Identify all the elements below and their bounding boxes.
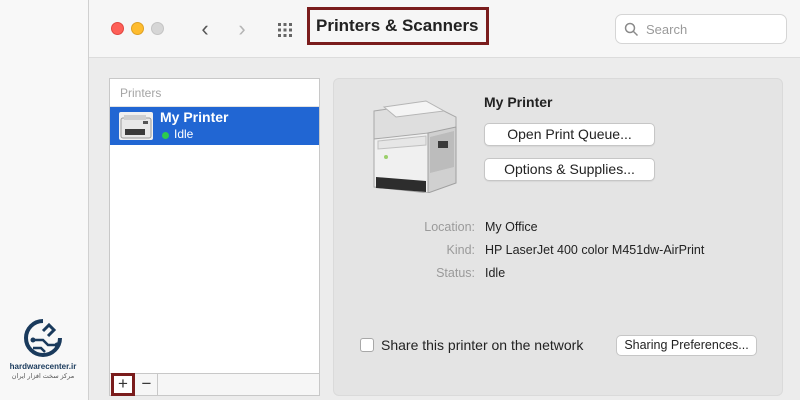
printer-list-item-status: Idle xyxy=(174,127,194,141)
printers-list-footer: + − xyxy=(109,373,320,396)
circuit-logo-icon xyxy=(24,319,62,357)
remove-printer-button[interactable]: − xyxy=(136,374,158,395)
printer-detail-panel: My Printer Open Print Queue... Options &… xyxy=(333,78,783,396)
kind-value: HP LaserJet 400 color M451dw-AirPrint xyxy=(485,243,705,257)
sharing-preferences-button[interactable]: Sharing Preferences... xyxy=(616,335,757,356)
search-icon xyxy=(624,22,639,37)
location-label: Location: xyxy=(424,220,475,234)
window-titlebar: ‹ › Printers & Scanners xyxy=(89,0,800,58)
minimize-window-button[interactable] xyxy=(131,22,144,35)
location-value: My Office xyxy=(485,220,538,234)
printer-list-item-my-printer[interactable]: My Printer Idle xyxy=(110,107,319,145)
status-label: Status: xyxy=(436,266,475,280)
hardwarecenter-logo: hardwarecenter.ir مرکز سخت افزار ایران xyxy=(8,318,78,400)
watermark-site: hardwarecenter.ir xyxy=(9,362,77,371)
watermark-tagline: مرکز سخت افزار ایران xyxy=(11,373,75,380)
forward-button[interactable]: › xyxy=(230,15,254,43)
close-window-button[interactable] xyxy=(111,22,124,35)
printer-name-heading: My Printer xyxy=(484,94,553,110)
printer-image-icon xyxy=(373,100,457,193)
search-input[interactable] xyxy=(646,19,780,39)
printers-scanners-window: ‹ › Printers & Scanners Printers xyxy=(88,0,800,400)
open-print-queue-button[interactable]: Open Print Queue... xyxy=(484,123,655,146)
zoom-window-button[interactable] xyxy=(151,22,164,35)
back-button[interactable]: ‹ xyxy=(193,15,217,43)
share-printer-checkbox[interactable] xyxy=(360,338,374,352)
printers-list-header: Printers xyxy=(110,79,319,107)
window-title: Printers & Scanners xyxy=(307,7,489,45)
show-all-grid-icon[interactable] xyxy=(277,22,293,38)
status-value: Idle xyxy=(485,266,506,280)
search-field[interactable] xyxy=(615,14,787,44)
add-printer-button[interactable]: + xyxy=(111,373,135,396)
status-dot-icon xyxy=(162,132,169,139)
share-printer-label[interactable]: Share this printer on the network xyxy=(381,337,583,353)
printer-thumbnail-icon xyxy=(119,112,153,140)
printer-list-item-name: My Printer xyxy=(160,109,229,125)
left-margin: hardwarecenter.ir مرکز سخت افزار ایران xyxy=(0,0,88,400)
kind-label: Kind: xyxy=(446,243,476,257)
options-supplies-button[interactable]: Options & Supplies... xyxy=(484,158,655,181)
printers-list-panel: Printers My Printer Idle xyxy=(109,78,320,374)
